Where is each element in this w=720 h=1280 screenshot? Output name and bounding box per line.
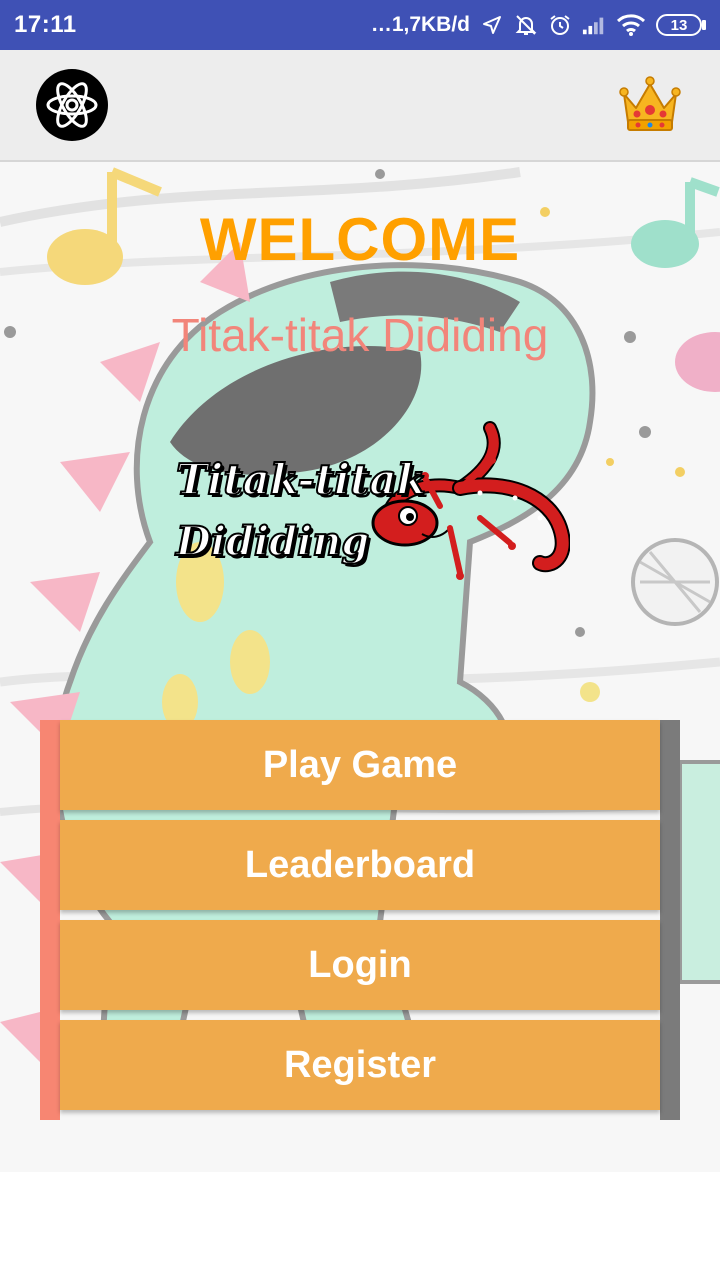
register-button[interactable]: Register bbox=[60, 1020, 660, 1110]
leaderboard-button[interactable]: Leaderboard bbox=[60, 820, 660, 910]
crown-icon bbox=[619, 76, 681, 131]
menu-left-accent-bar bbox=[40, 720, 60, 1120]
logo-title-line1: Titak-titak bbox=[175, 454, 427, 505]
login-button[interactable]: Login bbox=[60, 920, 660, 1010]
battery-level: 13 bbox=[656, 14, 702, 36]
alarm-clock-icon bbox=[548, 12, 572, 38]
network-speed: …1,7KB/d bbox=[370, 13, 470, 36]
status-bar: 17:11 …1,7KB/d 13 bbox=[0, 0, 720, 50]
battery-icon: 13 bbox=[656, 14, 706, 36]
leaderboard-crown-button[interactable] bbox=[618, 72, 682, 136]
app-bar bbox=[0, 50, 720, 162]
alarm-muted-icon bbox=[514, 12, 538, 38]
welcome-title: WELCOME bbox=[199, 206, 521, 273]
welcome-subtitle: Titak-titak Dididing bbox=[171, 309, 549, 361]
play-game-button[interactable]: Play Game bbox=[60, 720, 660, 810]
main-menu: Play Game Leaderboard Login Register bbox=[40, 720, 680, 1120]
location-arrow-icon bbox=[480, 12, 504, 38]
atom-icon bbox=[46, 82, 98, 128]
menu-right-accent-bar bbox=[660, 720, 680, 1120]
atom-logo-button[interactable] bbox=[36, 69, 108, 141]
status-icons: …1,7KB/d 13 bbox=[371, 12, 706, 38]
status-time: 17:11 bbox=[14, 11, 77, 38]
wifi-icon bbox=[616, 12, 646, 38]
logo-title-line2: Dididing bbox=[175, 517, 370, 566]
signal-icon bbox=[582, 12, 606, 38]
welcome-screen: 17:11 …1,7KB/d 13 WELCOME Titak-titak Di… bbox=[0, 0, 720, 1280]
